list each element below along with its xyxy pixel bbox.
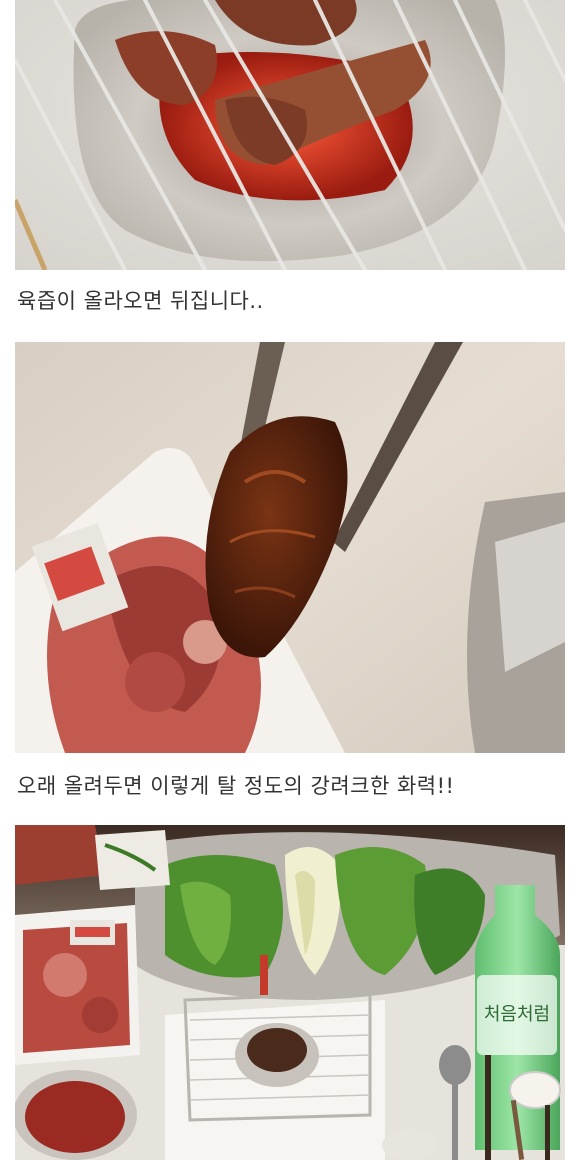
grilling-meat-image [15,0,565,270]
table-setting-image: 처음처럼 [15,825,565,1160]
caption-strong-heat: 오래 올려두면 이렇게 탈 정도의 강려크한 화력!! [17,774,455,798]
chopsticks-meat-image [15,342,565,753]
soju-bottle-label: 처음처럼 [484,1004,550,1025]
blog-post: 육즙이 올라오면 뒤집니다.. 오래 올려두면 이렇게 탈 정도의 강려크한 화… [0,0,580,1160]
photo-grilling-meat [15,0,565,270]
caption-flip-when-juicy: 육즙이 올라오면 뒤집니다.. [17,289,264,313]
photo-table-setting: 처음처럼 [15,825,565,1160]
photo-chopsticks-meat [15,342,565,753]
